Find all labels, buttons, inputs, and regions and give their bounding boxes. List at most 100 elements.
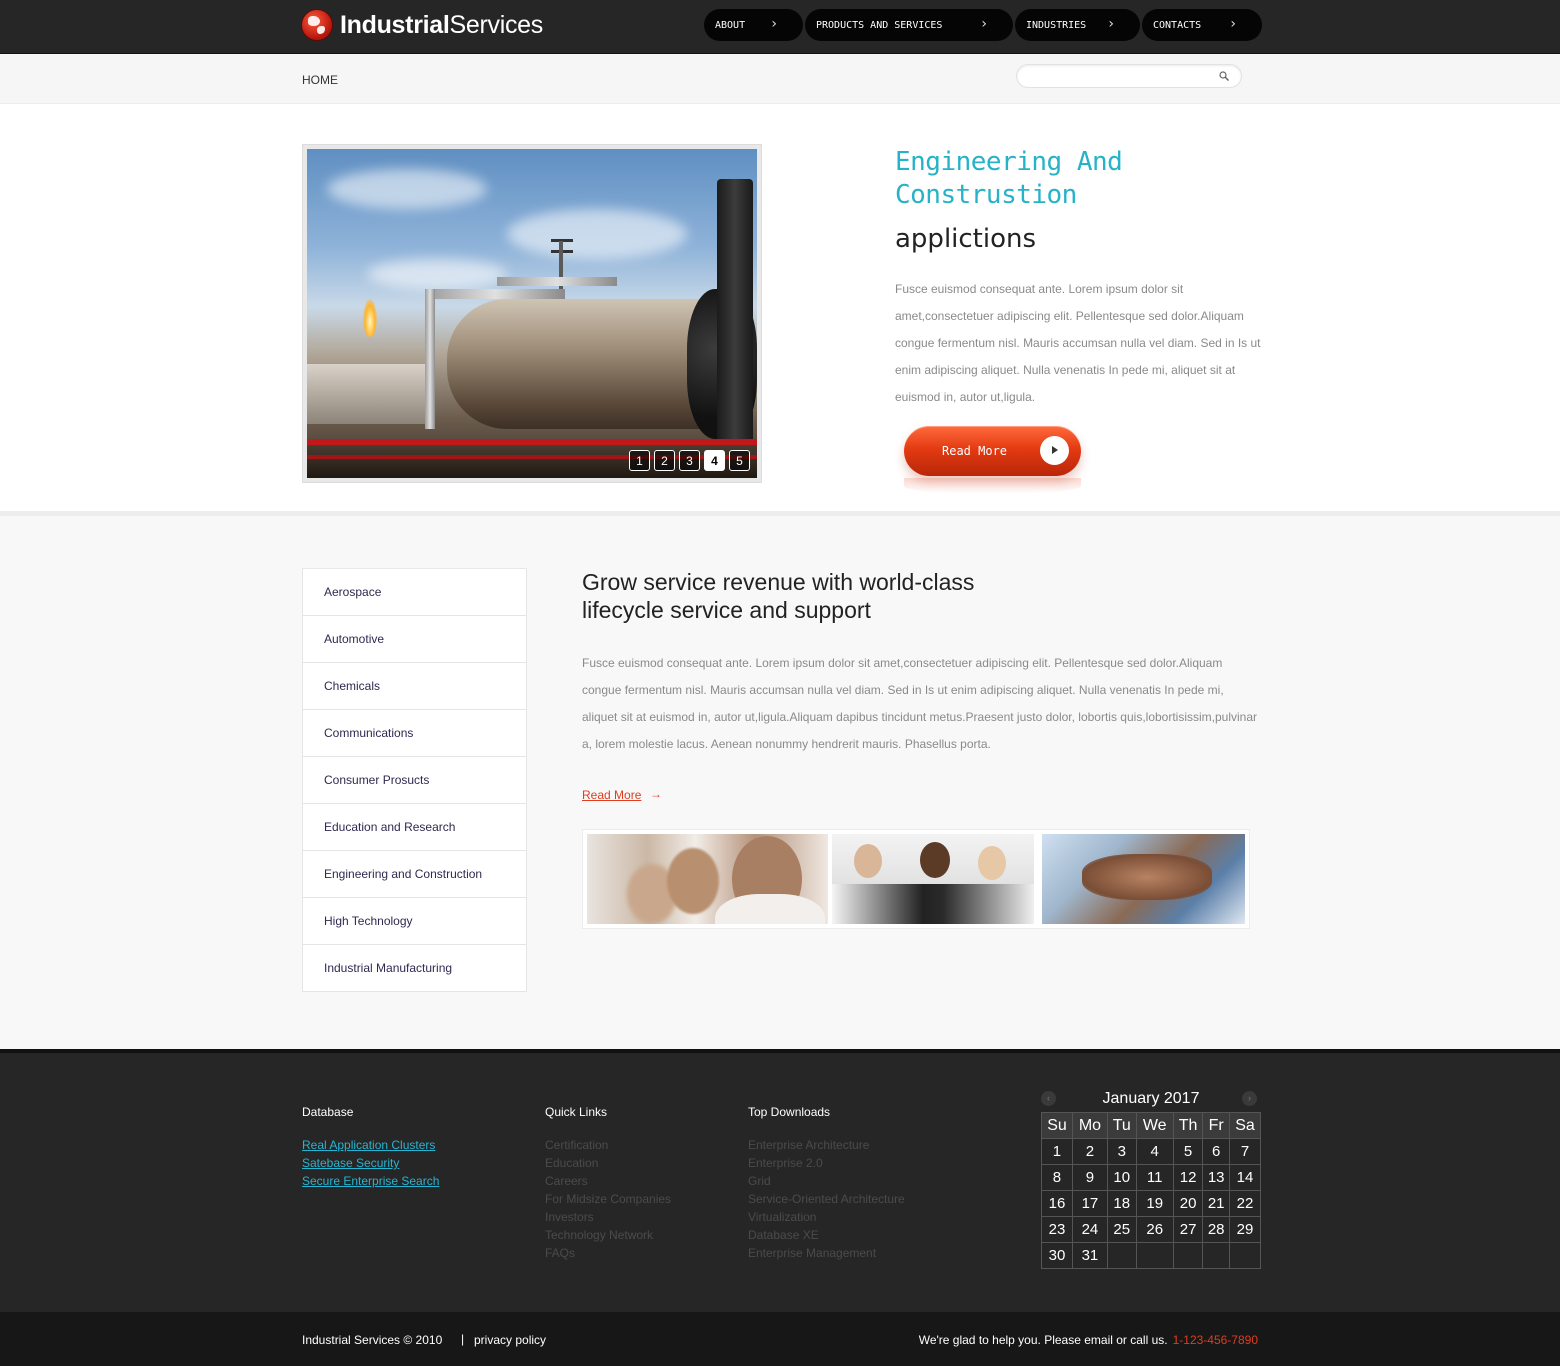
slide-dot-active[interactable]: 4 (704, 450, 725, 471)
sidebar-item-aerospace[interactable]: Aerospace (302, 569, 527, 616)
footer-link[interactable]: Secure Enterprise Search (302, 1172, 439, 1190)
search-input[interactable] (1027, 65, 1217, 87)
calendar-day[interactable]: 18 (1106, 1190, 1137, 1217)
calendar-widget: ‹ January 2017 › Su Mo Tu We Th Fr Sa 1 … (1041, 1087, 1261, 1269)
nav-item-contacts[interactable]: CONTACTS › (1142, 9, 1262, 41)
calendar-day[interactable]: 9 (1071, 1164, 1108, 1191)
footer-link[interactable]: Service-Oriented Architecture (748, 1190, 905, 1208)
calendar-day[interactable]: 30 (1041, 1242, 1073, 1269)
calendar-month: January 2017 (1102, 1090, 1200, 1107)
footer-link[interactable]: Enterprise Management (748, 1244, 905, 1262)
footer-link[interactable]: Virtualization (748, 1208, 905, 1226)
calendar-day[interactable]: 12 (1172, 1164, 1204, 1191)
footer-link[interactable]: Certification (545, 1136, 671, 1154)
calendar-day[interactable]: 31 (1071, 1242, 1108, 1269)
sidebar-item-industrial-manufacturing[interactable]: Industrial Manufacturing (302, 945, 527, 992)
site-logo[interactable]: IndustrialServices (302, 8, 543, 42)
sidebar-item-chemicals[interactable]: Chemicals (302, 663, 527, 710)
photo-business-team (832, 834, 1034, 924)
search-box (1016, 64, 1242, 88)
calendar-day[interactable]: 11 (1135, 1164, 1174, 1191)
calendar-day[interactable]: 2 (1071, 1138, 1108, 1165)
footer-link[interactable]: Careers (545, 1172, 671, 1190)
chevron-right-icon: › (1230, 16, 1236, 32)
globe-logo-icon (302, 10, 332, 40)
slide-dot[interactable]: 2 (654, 450, 675, 471)
phone-number[interactable]: 1-123-456-7890 (1173, 1333, 1258, 1347)
footer-link[interactable]: Real Application Clusters (302, 1136, 439, 1154)
footer-link[interactable]: Technology Network (545, 1226, 671, 1244)
calendar-day[interactable]: 17 (1071, 1190, 1108, 1217)
calendar-day-empty (1135, 1242, 1174, 1269)
calendar-day[interactable]: 20 (1172, 1190, 1204, 1217)
calendar-prev-icon[interactable]: ‹ (1041, 1091, 1056, 1106)
calendar-next-icon[interactable]: › (1242, 1091, 1257, 1106)
calendar-day[interactable]: 1 (1041, 1138, 1073, 1165)
calendar-weekday: Mo (1071, 1112, 1108, 1139)
calendar-day[interactable]: 19 (1135, 1190, 1174, 1217)
privacy-policy-link[interactable]: privacy policy (474, 1333, 546, 1347)
calendar-weekday: Fr (1202, 1112, 1230, 1139)
photo-business-people (587, 834, 828, 924)
sidebar-item-communications[interactable]: Communications (302, 710, 527, 757)
calendar-day[interactable]: 4 (1135, 1138, 1174, 1165)
calendar-day[interactable]: 5 (1172, 1138, 1204, 1165)
logo-text: IndustrialServices (340, 10, 543, 39)
calendar-day[interactable]: 28 (1202, 1216, 1230, 1243)
calendar-day[interactable]: 22 (1229, 1190, 1261, 1217)
footer-link[interactable]: Database XE (748, 1226, 905, 1244)
search-icon[interactable] (1219, 71, 1229, 81)
footer-link[interactable]: Education (545, 1154, 671, 1172)
calendar-day[interactable]: 16 (1041, 1190, 1073, 1217)
top-header: IndustrialServices ABOUT › PRODUCTS AND S… (0, 0, 1560, 54)
footer-heading: Quick Links (545, 1105, 608, 1119)
calendar-day-empty (1106, 1242, 1137, 1269)
sidebar-item-high-technology[interactable]: High Technology (302, 898, 527, 945)
calendar-day-empty (1172, 1242, 1204, 1269)
footer-link[interactable]: Grid (748, 1172, 905, 1190)
calendar-day[interactable]: 10 (1106, 1164, 1137, 1191)
nav-item-industries[interactable]: INDUSTRIES › (1015, 9, 1140, 41)
industries-sidebar: Aerospace Automotive Chemicals Communica… (302, 568, 527, 992)
hero-section: 1 2 3 4 5 Engineering And Construstion a… (0, 104, 1560, 516)
slide-dot[interactable]: 5 (729, 450, 750, 471)
calendar-day[interactable]: 7 (1229, 1138, 1261, 1165)
calendar-day[interactable]: 24 (1071, 1216, 1108, 1243)
calendar-day[interactable]: 23 (1041, 1216, 1073, 1243)
calendar-day[interactable]: 8 (1041, 1164, 1073, 1191)
help-text: We're glad to help you. Please email or … (918, 1333, 1258, 1347)
hero-title: Engineering And Construstion (895, 147, 1123, 210)
sidebar-item-engineering-and-construction[interactable]: Engineering and Construction (302, 851, 527, 898)
footer-link[interactable]: For Midsize Companies (545, 1190, 671, 1208)
footer-link[interactable]: Investors (545, 1208, 671, 1226)
slider-pagination: 1 2 3 4 5 (629, 450, 750, 471)
chevron-right-icon: › (1108, 16, 1114, 32)
footer-link[interactable]: Enterprise Architecture (748, 1136, 905, 1154)
calendar-day[interactable]: 27 (1172, 1216, 1204, 1243)
calendar-day[interactable]: 14 (1229, 1164, 1261, 1191)
calendar-day[interactable]: 26 (1135, 1216, 1174, 1243)
calendar-day[interactable]: 3 (1106, 1138, 1137, 1165)
hero-read-more-button[interactable]: Read More (904, 426, 1081, 476)
slide-dot[interactable]: 3 (679, 450, 700, 471)
calendar-day[interactable]: 13 (1202, 1164, 1230, 1191)
calendar-day[interactable]: 29 (1229, 1216, 1261, 1243)
breadcrumb-home[interactable]: HOME (302, 73, 338, 87)
nav-item-about[interactable]: ABOUT › (704, 9, 803, 41)
arrow-right-icon: → (650, 787, 662, 801)
sidebar-item-automotive[interactable]: Automotive (302, 616, 527, 663)
calendar-day[interactable]: 21 (1202, 1190, 1230, 1217)
breadcrumb-bar: HOME (0, 55, 1560, 104)
calendar-weekday: Su (1041, 1112, 1073, 1139)
footer-link[interactable]: FAQs (545, 1244, 671, 1262)
footer-link[interactable]: Enterprise 2.0 (748, 1154, 905, 1172)
sidebar-item-education-and-research[interactable]: Education and Research (302, 804, 527, 851)
calendar-day[interactable]: 6 (1202, 1138, 1230, 1165)
slide-dot[interactable]: 1 (629, 450, 650, 471)
footer-link[interactable]: Satebase Security (302, 1154, 439, 1172)
slide-image-industrial-plant: 1 2 3 4 5 (307, 149, 757, 478)
main-read-more-link[interactable]: Read More (582, 788, 641, 802)
nav-item-products-and-services[interactable]: PRODUCTS AND SERVICES › (805, 9, 1013, 41)
sidebar-item-consumer-products[interactable]: Consumer Prosucts (302, 757, 527, 804)
calendar-day[interactable]: 25 (1106, 1216, 1137, 1243)
